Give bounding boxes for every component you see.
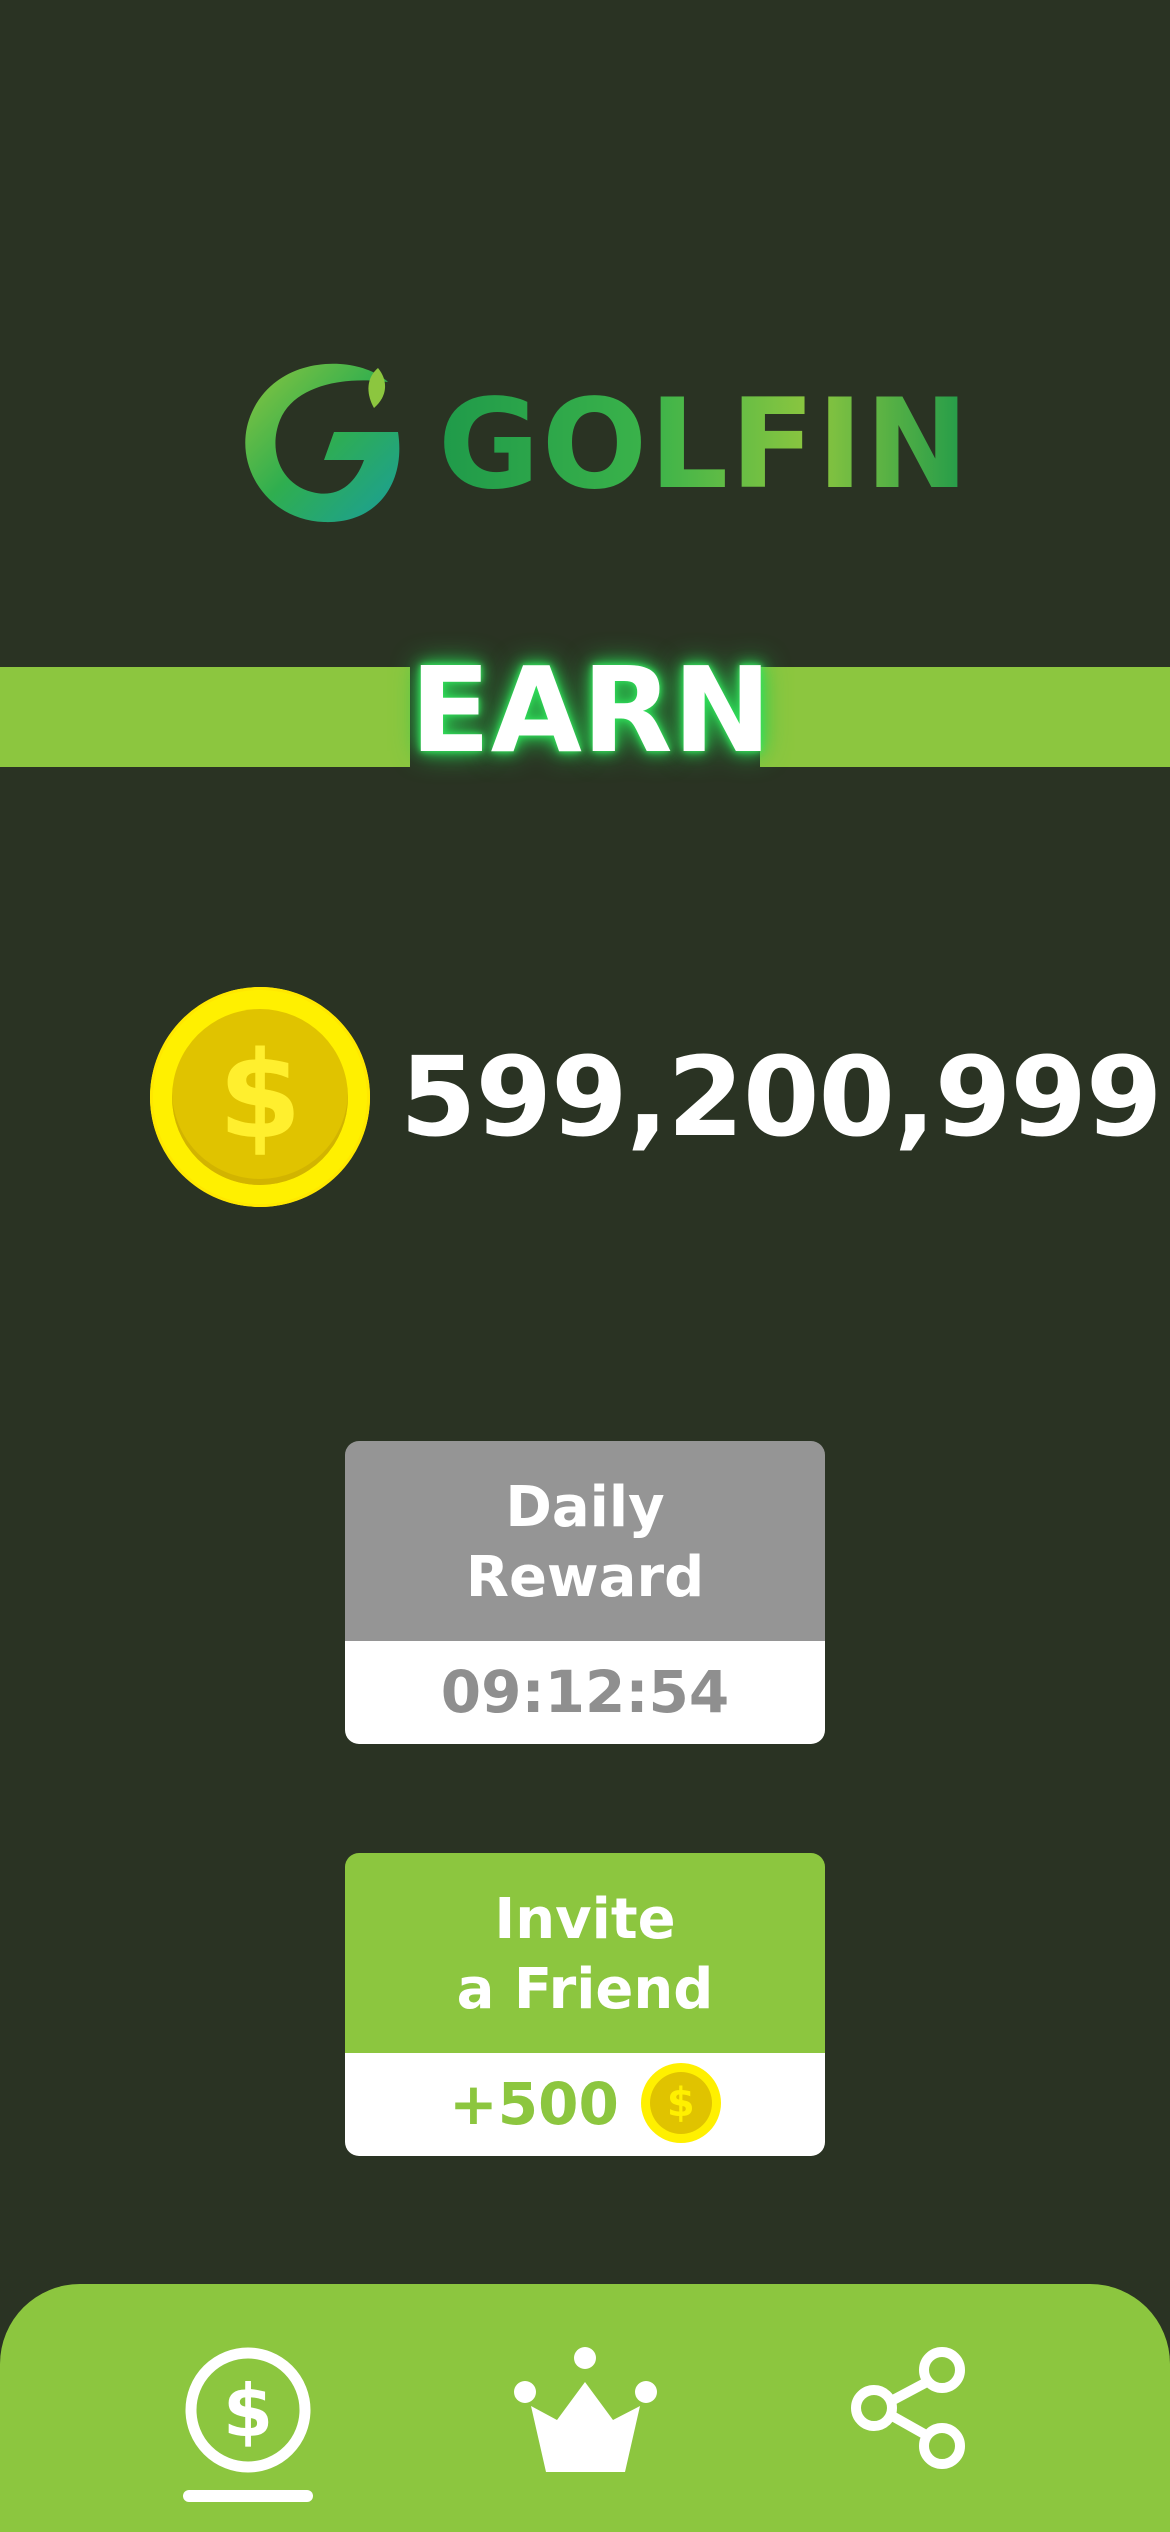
invite-friend-title: Invite a Friend	[345, 1853, 825, 2053]
coin-icon: $	[150, 987, 370, 1207]
selected-tab-indicator	[183, 2490, 313, 2502]
invite-friend-button[interactable]: Invite a Friend +500 $	[345, 1853, 825, 2156]
svg-text:$: $	[223, 2369, 273, 2453]
daily-reward-timer: 09:12:54	[345, 1641, 825, 1744]
golfin-logo: GOLFIN	[238, 360, 969, 530]
golfin-g-logo-icon	[245, 363, 400, 523]
daily-reward-button[interactable]: Daily Reward 09:12:54	[345, 1441, 825, 1744]
coin-balance: $ 599,200,999	[150, 987, 1162, 1207]
crown-icon	[514, 2347, 657, 2472]
balance-value: 599,200,999	[400, 1033, 1162, 1161]
share-icon	[851, 2347, 965, 2469]
bottom-tab-bar: $	[0, 2284, 1170, 2532]
brand-name: GOLFIN	[438, 373, 971, 517]
daily-reward-title: Daily Reward	[345, 1441, 825, 1641]
tab-earn[interactable]: $	[178, 2344, 318, 2494]
section-title: EARN	[410, 630, 772, 790]
invite-reward: +500 $	[345, 2053, 825, 2156]
coin-icon: $	[640, 2062, 721, 2143]
tab-share[interactable]	[850, 2344, 990, 2494]
invite-reward-amount: +500	[449, 2070, 619, 2138]
tab-crown[interactable]	[513, 2344, 657, 2494]
earn-dollar-icon: $	[185, 2347, 311, 2473]
